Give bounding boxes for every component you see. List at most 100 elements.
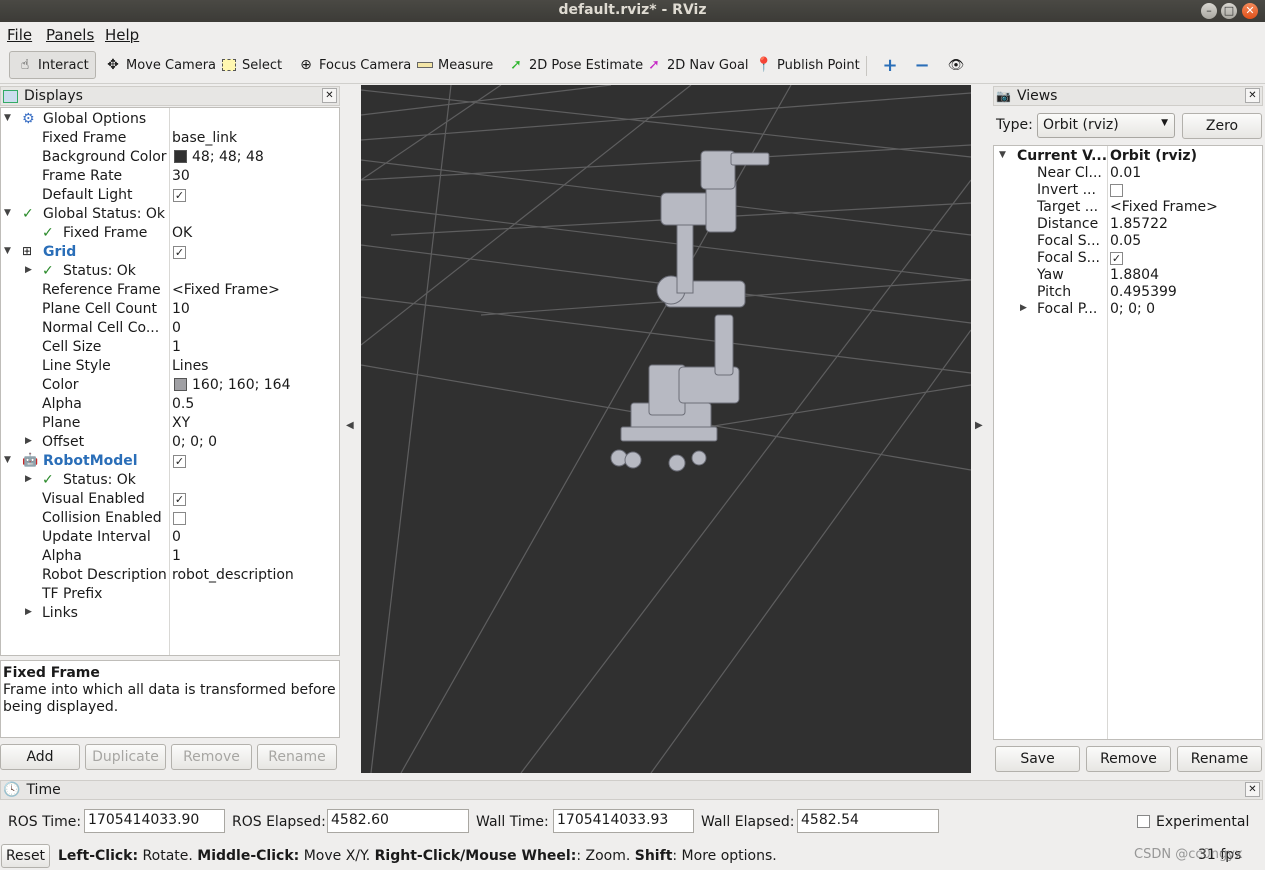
tree-value[interactable]: 48; 48; 48 <box>192 149 264 165</box>
remove-view-button[interactable]: Remove <box>1086 746 1171 772</box>
wall-elapsed-label: Wall Elapsed: <box>701 814 795 830</box>
tree-row-default-light[interactable]: Default Light ✓ <box>1 186 339 205</box>
tree-value[interactable]: <Fixed Frame> <box>172 282 280 298</box>
tree-value[interactable]: 0; 0; 0 <box>172 434 217 450</box>
tree-row-offset[interactable]: ▶ Offset 0; 0; 0 <box>1 433 339 452</box>
tree-row-robot-status[interactable]: ▶ ✓ Status: Ok <box>1 471 339 490</box>
views-row-focal-point[interactable]: ▶ Focal P... 0; 0; 0 <box>994 300 1262 319</box>
tree-value[interactable]: 0; 0; 0 <box>1110 301 1155 317</box>
robot-model-checkbox[interactable]: ✓ <box>173 455 186 468</box>
grid-enabled-checkbox[interactable]: ✓ <box>173 246 186 259</box>
select-tool-button[interactable]: Select <box>213 51 289 79</box>
menu-help[interactable]: Help <box>105 26 139 44</box>
maximize-button[interactable]: □ <box>1221 3 1237 19</box>
tree-value[interactable]: XY <box>172 415 190 431</box>
tree-row-reference-frame[interactable]: Reference Frame <Fixed Frame> <box>1 281 339 300</box>
tree-value[interactable]: 1.85722 <box>1110 216 1168 232</box>
move-camera-tool-button[interactable]: ✥ Move Camera <box>97 51 223 79</box>
default-light-checkbox[interactable]: ✓ <box>173 189 186 202</box>
interact-tool-button[interactable]: ☝ Interact <box>9 51 96 79</box>
rename-view-button[interactable]: Rename <box>1177 746 1262 772</box>
time-close-icon[interactable]: ✕ <box>1245 782 1260 797</box>
nav-goal-tool-button[interactable]: ➚ 2D Nav Goal <box>638 51 756 79</box>
tree-value[interactable]: 0.05 <box>1110 233 1141 249</box>
tree-label: Alpha <box>42 396 82 412</box>
hint-text: : Zoom. <box>576 848 635 864</box>
tree-row-alpha[interactable]: Alpha 0.5 <box>1 395 339 414</box>
tree-value[interactable]: 0.495399 <box>1110 284 1177 300</box>
tree-row-frame-rate[interactable]: Frame Rate 30 <box>1 167 339 186</box>
tree-row-plane-cell-count[interactable]: Plane Cell Count 10 <box>1 300 339 319</box>
hint-text: Move X/Y. <box>299 848 375 864</box>
tree-value[interactable]: 0 <box>172 320 181 336</box>
tree-value[interactable]: Lines <box>172 358 208 374</box>
tree-value[interactable]: 10 <box>172 301 190 317</box>
wall-time-field[interactable]: 1705414033.93 <box>553 809 694 833</box>
tree-value[interactable]: 1 <box>172 339 181 355</box>
rename-display-button[interactable]: Rename <box>257 744 337 770</box>
remove-tool-button[interactable]: − <box>906 51 938 79</box>
tree-value[interactable]: base_link <box>172 130 237 146</box>
minimize-button[interactable]: – <box>1201 3 1217 19</box>
tree-row-color[interactable]: Color 160; 160; 164 <box>1 376 339 395</box>
save-view-button[interactable]: Save <box>995 746 1080 772</box>
tree-row-line-style[interactable]: Line Style Lines <box>1 357 339 376</box>
menu-panels[interactable]: Panels <box>46 26 94 44</box>
collapse-right-arrow-icon[interactable]: ▶ <box>975 420 983 431</box>
tree-row-fixed-frame[interactable]: Fixed Frame base_link <box>1 129 339 148</box>
tree-row-robot-description[interactable]: Robot Description robot_description <box>1 566 339 585</box>
tree-value[interactable]: 0.01 <box>1110 165 1141 181</box>
tree-row-normal-cell-count[interactable]: Normal Cell Co... 0 <box>1 319 339 338</box>
tree-row-tf-prefix[interactable]: TF Prefix <box>1 585 339 604</box>
collapse-left-arrow-icon[interactable]: ◀ <box>346 420 354 431</box>
add-display-button[interactable]: Add <box>0 744 80 770</box>
view-type-select[interactable]: Orbit (rviz) ▼ <box>1037 113 1175 138</box>
tree-value[interactable]: 1 <box>172 548 181 564</box>
reset-button[interactable]: Reset <box>1 844 50 868</box>
tree-value[interactable]: 30 <box>172 168 190 184</box>
zero-button[interactable]: Zero <box>1182 113 1262 139</box>
close-button[interactable]: ✕ <box>1242 3 1258 19</box>
collision-enabled-checkbox[interactable] <box>173 512 186 525</box>
remove-display-button[interactable]: Remove <box>171 744 252 770</box>
tree-row-global-status[interactable]: ▼ ✓ Global Status: Ok <box>1 205 339 224</box>
render-viewport[interactable] <box>360 84 972 774</box>
add-tool-button[interactable]: + <box>874 51 906 79</box>
tree-value[interactable]: 0 <box>172 529 181 545</box>
experimental-checkbox[interactable] <box>1137 815 1150 828</box>
tree-row-grid-status[interactable]: ▶ ✓ Status: Ok <box>1 262 339 281</box>
visual-enabled-checkbox[interactable]: ✓ <box>173 493 186 506</box>
focal-shape-checkbox[interactable]: ✓ <box>1110 252 1123 265</box>
tree-row-fixed-frame-status[interactable]: ✓ Fixed Frame OK <box>1 224 339 243</box>
tree-row-collision-enabled[interactable]: Collision Enabled <box>1 509 339 528</box>
tree-row-grid[interactable]: ▼ ⊞ Grid ✓ <box>1 243 339 262</box>
tree-row-robot-alpha[interactable]: Alpha 1 <box>1 547 339 566</box>
tree-row-background-color[interactable]: Background Color 48; 48; 48 <box>1 148 339 167</box>
tree-row-visual-enabled[interactable]: Visual Enabled ✓ <box>1 490 339 509</box>
crosshair-icon: ⊕ <box>300 57 312 73</box>
ros-time-field[interactable]: 1705414033.90 <box>84 809 225 833</box>
duplicate-display-button[interactable]: Duplicate <box>85 744 166 770</box>
measure-tool-button[interactable]: Measure <box>409 51 500 79</box>
displays-close-icon[interactable]: ✕ <box>322 88 337 103</box>
tool-properties-button[interactable]: 👁 <box>940 51 972 79</box>
publish-point-tool-button[interactable]: 📍 Publish Point <box>748 51 867 79</box>
tree-value[interactable]: 0.5 <box>172 396 194 412</box>
pose-estimate-tool-button[interactable]: ➚ 2D Pose Estimate <box>500 51 650 79</box>
views-close-icon[interactable]: ✕ <box>1245 88 1260 103</box>
focus-camera-tool-button[interactable]: ⊕ Focus Camera <box>290 51 418 79</box>
tree-value[interactable]: <Fixed Frame> <box>1110 199 1218 215</box>
wall-elapsed-field[interactable]: 4582.54 <box>797 809 939 833</box>
tree-value[interactable]: robot_description <box>172 567 294 583</box>
tree-row-robot-model[interactable]: ▼ 🤖 RobotModel ✓ <box>1 452 339 471</box>
tree-row-links[interactable]: ▶ Links <box>1 604 339 623</box>
ros-elapsed-field[interactable]: 4582.60 <box>327 809 469 833</box>
tree-row-global-options[interactable]: ▼ ⚙ Global Options <box>1 110 339 129</box>
menu-file[interactable]: File <box>7 26 32 44</box>
tree-row-cell-size[interactable]: Cell Size 1 <box>1 338 339 357</box>
tree-row-update-interval[interactable]: Update Interval 0 <box>1 528 339 547</box>
tree-value[interactable]: 160; 160; 164 <box>192 377 291 393</box>
tree-row-plane[interactable]: Plane XY <box>1 414 339 433</box>
invert-checkbox[interactable] <box>1110 184 1123 197</box>
tree-value[interactable]: 1.8804 <box>1110 267 1159 283</box>
